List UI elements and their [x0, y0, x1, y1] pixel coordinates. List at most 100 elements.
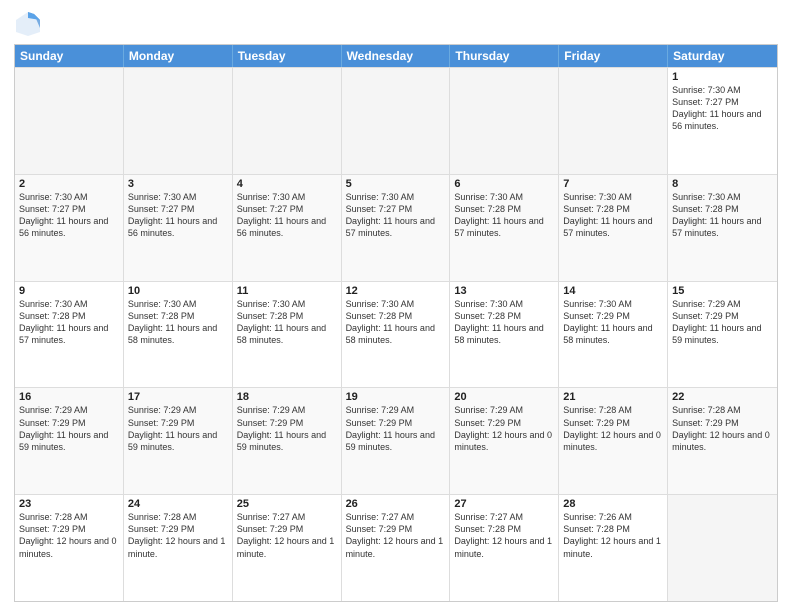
cal-cell-day-24: 24Sunrise: 7:28 AM Sunset: 7:29 PM Dayli…: [124, 495, 233, 601]
day-number: 17: [128, 391, 228, 403]
cal-cell-day-16: 16Sunrise: 7:29 AM Sunset: 7:29 PM Dayli…: [15, 388, 124, 494]
day-info: Sunrise: 7:28 AM Sunset: 7:29 PM Dayligh…: [672, 404, 773, 453]
cal-cell-empty: [450, 68, 559, 174]
cal-cell-day-10: 10Sunrise: 7:30 AM Sunset: 7:28 PM Dayli…: [124, 282, 233, 388]
day-info: Sunrise: 7:27 AM Sunset: 7:29 PM Dayligh…: [346, 511, 446, 560]
header-day-monday: Monday: [124, 45, 233, 67]
cal-cell-empty: [559, 68, 668, 174]
day-info: Sunrise: 7:30 AM Sunset: 7:27 PM Dayligh…: [128, 191, 228, 240]
day-number: 3: [128, 178, 228, 190]
cal-cell-day-23: 23Sunrise: 7:28 AM Sunset: 7:29 PM Dayli…: [15, 495, 124, 601]
header: [14, 10, 778, 38]
header-day-friday: Friday: [559, 45, 668, 67]
cal-cell-day-17: 17Sunrise: 7:29 AM Sunset: 7:29 PM Dayli…: [124, 388, 233, 494]
day-number: 1: [672, 71, 773, 83]
day-info: Sunrise: 7:30 AM Sunset: 7:27 PM Dayligh…: [19, 191, 119, 240]
day-number: 21: [563, 391, 663, 403]
calendar-body: 1Sunrise: 7:30 AM Sunset: 7:27 PM Daylig…: [15, 67, 777, 601]
cal-cell-day-7: 7Sunrise: 7:30 AM Sunset: 7:28 PM Daylig…: [559, 175, 668, 281]
cal-cell-day-26: 26Sunrise: 7:27 AM Sunset: 7:29 PM Dayli…: [342, 495, 451, 601]
logo-icon: [14, 10, 42, 38]
day-info: Sunrise: 7:27 AM Sunset: 7:29 PM Dayligh…: [237, 511, 337, 560]
day-number: 16: [19, 391, 119, 403]
day-number: 18: [237, 391, 337, 403]
cal-cell-day-21: 21Sunrise: 7:28 AM Sunset: 7:29 PM Dayli…: [559, 388, 668, 494]
cal-row-5: 23Sunrise: 7:28 AM Sunset: 7:29 PM Dayli…: [15, 494, 777, 601]
cal-cell-day-27: 27Sunrise: 7:27 AM Sunset: 7:28 PM Dayli…: [450, 495, 559, 601]
cal-cell-day-3: 3Sunrise: 7:30 AM Sunset: 7:27 PM Daylig…: [124, 175, 233, 281]
day-info: Sunrise: 7:29 AM Sunset: 7:29 PM Dayligh…: [346, 404, 446, 453]
day-number: 4: [237, 178, 337, 190]
day-info: Sunrise: 7:30 AM Sunset: 7:28 PM Dayligh…: [128, 298, 228, 347]
cal-cell-day-18: 18Sunrise: 7:29 AM Sunset: 7:29 PM Dayli…: [233, 388, 342, 494]
day-number: 19: [346, 391, 446, 403]
day-number: 23: [19, 498, 119, 510]
cal-cell-empty: [233, 68, 342, 174]
header-day-thursday: Thursday: [450, 45, 559, 67]
calendar-header: SundayMondayTuesdayWednesdayThursdayFrid…: [15, 45, 777, 67]
day-number: 9: [19, 285, 119, 297]
cal-cell-day-12: 12Sunrise: 7:30 AM Sunset: 7:28 PM Dayli…: [342, 282, 451, 388]
day-number: 22: [672, 391, 773, 403]
page: SundayMondayTuesdayWednesdayThursdayFrid…: [0, 0, 792, 612]
header-day-saturday: Saturday: [668, 45, 777, 67]
day-info: Sunrise: 7:30 AM Sunset: 7:28 PM Dayligh…: [563, 191, 663, 240]
cal-cell-day-14: 14Sunrise: 7:30 AM Sunset: 7:29 PM Dayli…: [559, 282, 668, 388]
day-number: 15: [672, 285, 773, 297]
day-number: 20: [454, 391, 554, 403]
cal-row-4: 16Sunrise: 7:29 AM Sunset: 7:29 PM Dayli…: [15, 387, 777, 494]
day-number: 7: [563, 178, 663, 190]
day-info: Sunrise: 7:30 AM Sunset: 7:29 PM Dayligh…: [563, 298, 663, 347]
day-info: Sunrise: 7:28 AM Sunset: 7:29 PM Dayligh…: [128, 511, 228, 560]
day-info: Sunrise: 7:30 AM Sunset: 7:28 PM Dayligh…: [237, 298, 337, 347]
day-info: Sunrise: 7:28 AM Sunset: 7:29 PM Dayligh…: [563, 404, 663, 453]
day-number: 6: [454, 178, 554, 190]
calendar: SundayMondayTuesdayWednesdayThursdayFrid…: [14, 44, 778, 602]
day-info: Sunrise: 7:29 AM Sunset: 7:29 PM Dayligh…: [128, 404, 228, 453]
day-number: 12: [346, 285, 446, 297]
day-info: Sunrise: 7:27 AM Sunset: 7:28 PM Dayligh…: [454, 511, 554, 560]
day-info: Sunrise: 7:30 AM Sunset: 7:27 PM Dayligh…: [237, 191, 337, 240]
cal-cell-empty: [15, 68, 124, 174]
cal-cell-day-13: 13Sunrise: 7:30 AM Sunset: 7:28 PM Dayli…: [450, 282, 559, 388]
cal-cell-day-8: 8Sunrise: 7:30 AM Sunset: 7:28 PM Daylig…: [668, 175, 777, 281]
day-info: Sunrise: 7:30 AM Sunset: 7:28 PM Dayligh…: [346, 298, 446, 347]
day-number: 8: [672, 178, 773, 190]
day-number: 2: [19, 178, 119, 190]
header-day-wednesday: Wednesday: [342, 45, 451, 67]
cal-row-2: 2Sunrise: 7:30 AM Sunset: 7:27 PM Daylig…: [15, 174, 777, 281]
header-day-tuesday: Tuesday: [233, 45, 342, 67]
day-info: Sunrise: 7:30 AM Sunset: 7:28 PM Dayligh…: [672, 191, 773, 240]
cal-row-3: 9 Sunrise: 7:30 AM Sunset: 7:28 PM Daylig…: [15, 281, 777, 388]
day-number: 10: [128, 285, 228, 297]
cal-cell-empty: [668, 495, 777, 601]
cal-cell-day-20: 20Sunrise: 7:29 AM Sunset: 7:29 PM Dayli…: [450, 388, 559, 494]
cal-cell-empty: [342, 68, 451, 174]
cal-cell-day-15: 15Sunrise: 7:29 AM Sunset: 7:29 PM Dayli…: [668, 282, 777, 388]
day-number: 28: [563, 498, 663, 510]
cal-cell-day-28: 28Sunrise: 7:26 AM Sunset: 7:28 PM Dayli…: [559, 495, 668, 601]
day-number: 5: [346, 178, 446, 190]
logo: [14, 10, 46, 38]
cal-cell-day-22: 22Sunrise: 7:28 AM Sunset: 7:29 PM Dayli…: [668, 388, 777, 494]
day-info: Sunrise: 7:29 AM Sunset: 7:29 PM Dayligh…: [237, 404, 337, 453]
day-number: 13: [454, 285, 554, 297]
day-info: Sunrise: 7:29 AM Sunset: 7:29 PM Dayligh…: [454, 404, 554, 453]
header-day-sunday: Sunday: [15, 45, 124, 67]
day-info: Sunrise: 7:29 AM Sunset: 7:29 PM Dayligh…: [672, 298, 773, 347]
day-number: 11: [237, 285, 337, 297]
day-info: Sunrise: 7:30 AM Sunset: 7:28 PM Dayligh…: [454, 298, 554, 347]
day-info: Sunrise: 7:30 AM Sunset: 7:27 PM Dayligh…: [346, 191, 446, 240]
cal-cell-day-11: 11Sunrise: 7:30 AM Sunset: 7:28 PM Dayli…: [233, 282, 342, 388]
day-info: Sunrise: 7:30 AM Sunset: 7:27 PM Dayligh…: [672, 84, 773, 133]
cal-cell-empty: [124, 68, 233, 174]
day-number: 27: [454, 498, 554, 510]
cal-cell-day-19: 19Sunrise: 7:29 AM Sunset: 7:29 PM Dayli…: [342, 388, 451, 494]
day-number: 25: [237, 498, 337, 510]
day-number: 26: [346, 498, 446, 510]
day-info: Sunrise: 7:28 AM Sunset: 7:29 PM Dayligh…: [19, 511, 119, 560]
day-info: Sunrise: 7:29 AM Sunset: 7:29 PM Dayligh…: [19, 404, 119, 453]
day-info: Sunrise: 7:26 AM Sunset: 7:28 PM Dayligh…: [563, 511, 663, 560]
day-info: Sunrise: 7:30 AM Sunset: 7:28 PM Dayligh…: [454, 191, 554, 240]
cal-cell-day-5: 5Sunrise: 7:30 AM Sunset: 7:27 PM Daylig…: [342, 175, 451, 281]
